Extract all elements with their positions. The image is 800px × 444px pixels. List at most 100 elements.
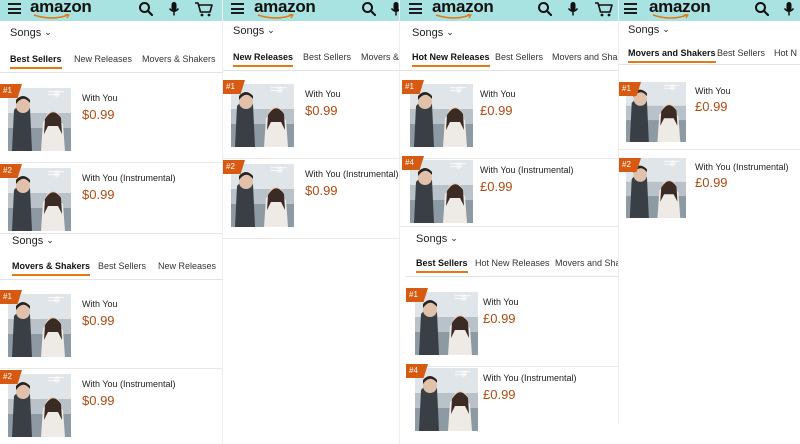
list-item[interactable]: #1 With You $0.99 [223,80,399,159]
category-dropdown[interactable]: Songs ⌄ [12,235,54,247]
category-dropdown[interactable]: Songs ⌄ [416,233,458,245]
list-item[interactable]: #1 With You $0.99 [0,290,222,369]
song-title[interactable]: With You (Instrumental) [305,169,399,179]
panel-hot-new-releases-uk: amazon Songs ⌄ Hot New Releases Best Sell… [400,0,618,226]
divider [0,233,222,234]
microphone-icon[interactable] [781,1,797,17]
song-title[interactable]: With You [82,299,118,309]
tab-movers-shakers[interactable]: Movers and Shakers [628,48,716,63]
tab-new-releases[interactable]: New Releases [74,54,132,64]
list-item[interactable]: #1 With You $0.99 [0,84,222,163]
panel-movers-shakers-uk: amazon Songs ⌄ Movers and Shakers Best Se… [619,0,800,424]
song-price[interactable]: $0.99 [82,107,115,122]
tab-hot-new-releases[interactable]: Hot New Releases [412,52,490,67]
category-dropdown[interactable]: Songs ⌄ [628,24,670,36]
list-item[interactable]: #4 With You (Instrumental) £0.99 [406,364,618,443]
chevron-down-icon: ⌄ [44,27,52,37]
list-item[interactable]: #4 With You (Instrumental) £0.99 [400,156,618,226]
list-item[interactable]: #2 With You (Instrumental) $0.99 [0,164,222,233]
menu-icon[interactable] [624,3,637,14]
tab-movers-shakers[interactable]: Movers & Shakers [12,261,91,276]
tab-best-sellers[interactable]: Best Sellers [717,48,765,58]
chevron-down-icon: ⌄ [267,25,275,35]
divider [400,226,618,227]
album-art[interactable] [415,292,478,355]
song-price[interactable]: £0.99 [695,99,728,114]
song-price[interactable]: £0.99 [480,103,513,118]
menu-icon[interactable] [8,3,21,14]
app-header: amazon [223,0,399,21]
panel-best-sellers-us: amazon Songs ⌄ Best Sellers New Releases … [0,0,222,233]
tab-bar: Best Sellers Hot New Releases Movers and… [406,252,618,277]
song-price[interactable]: £0.99 [695,175,728,190]
tab-new-releases[interactable]: New Releases [158,261,216,271]
song-title[interactable]: With You [483,297,519,307]
search-icon[interactable] [537,1,553,17]
search-icon[interactable] [754,1,770,17]
category-dropdown[interactable]: Songs ⌄ [412,27,454,39]
category-dropdown[interactable]: Songs ⌄ [233,25,275,37]
microphone-icon[interactable] [166,1,182,17]
song-price[interactable]: £0.99 [483,387,516,402]
chevron-down-icon: ⌄ [46,235,54,245]
song-price[interactable]: $0.99 [305,103,338,118]
menu-icon[interactable] [231,3,244,14]
song-title[interactable]: With You [695,86,731,96]
list-item[interactable]: #1 With You £0.99 [406,288,618,367]
song-title[interactable]: With You (Instrumental) [483,373,577,383]
amazon-smile-icon [33,14,70,19]
divider [618,0,619,424]
amazon-smile-icon [435,14,472,19]
song-price[interactable]: $0.99 [82,313,115,328]
song-title[interactable]: With You (Instrumental) [695,162,789,172]
panel-new-releases-us: amazon Songs ⌄ New Releases Best Sellers … [223,0,399,444]
tab-movers-shakers[interactable]: Movers and Shake [552,52,618,62]
tab-best-sellers[interactable]: Best Sellers [416,258,468,273]
tab-bar: Best Sellers New Releases Movers & Shake… [0,48,222,73]
microphone-icon[interactable] [565,1,581,17]
search-icon[interactable] [361,1,377,17]
tab-bar: Movers and Shakers Best Sellers Hot N [619,43,800,65]
microphone-icon[interactable] [388,1,399,17]
panel-best-sellers-uk: Songs ⌄ Best Sellers Hot New Releases Mov… [406,226,618,444]
song-title[interactable]: With You [82,93,118,103]
tab-bar: Movers & Shakers Best Sellers New Releas… [0,255,222,280]
song-price[interactable]: $0.99 [82,393,115,408]
panel-movers-shakers-us: Songs ⌄ Movers & Shakers Best Sellers New… [0,233,222,444]
song-title[interactable]: With You (Instrumental) [82,379,176,389]
song-title[interactable]: With You (Instrumental) [480,165,574,175]
tab-movers-shakers[interactable]: Movers & [361,52,399,62]
search-icon[interactable] [138,1,154,17]
song-title[interactable]: With You [305,89,341,99]
list-item[interactable]: #1 With You £0.99 [400,80,618,159]
tab-hot-new-releases[interactable]: Hot N [774,48,797,58]
menu-icon[interactable] [409,3,422,14]
tab-best-sellers[interactable]: Best Sellers [10,54,62,69]
list-item[interactable]: #2 With You (Instrumental) $0.99 [223,160,399,239]
category-label: Songs [10,27,42,39]
chevron-down-icon: ⌄ [446,27,454,37]
song-title[interactable]: With You (Instrumental) [82,173,176,183]
category-label: Songs [416,233,448,245]
tab-best-sellers[interactable]: Best Sellers [98,261,146,271]
song-price[interactable]: $0.99 [82,187,115,202]
tab-hot-new-releases[interactable]: Hot New Releases [475,258,550,268]
tab-new-releases[interactable]: New Releases [233,52,294,67]
list-item[interactable]: #2 With You (Instrumental) $0.99 [0,370,222,444]
list-item[interactable]: #1 With You £0.99 [619,74,800,150]
album-art[interactable] [415,368,478,431]
tab-movers-shakers[interactable]: Movers and Shake [555,258,618,268]
list-item[interactable]: #2 With You (Instrumental) £0.99 [619,150,800,226]
song-price[interactable]: £0.99 [483,311,516,326]
category-dropdown[interactable]: Songs ⌄ [10,27,52,39]
tab-best-sellers[interactable]: Best Sellers [303,52,351,62]
cart-icon[interactable] [594,1,614,17]
song-price[interactable]: £0.99 [480,179,513,194]
chevron-down-icon: ⌄ [662,24,670,34]
tab-movers-shakers[interactable]: Movers & Shakers [142,54,216,64]
tab-best-sellers[interactable]: Best Sellers [495,52,543,62]
category-label: Songs [412,27,444,39]
song-title[interactable]: With You [480,89,516,99]
song-price[interactable]: $0.99 [305,183,338,198]
cart-icon[interactable] [194,1,214,17]
